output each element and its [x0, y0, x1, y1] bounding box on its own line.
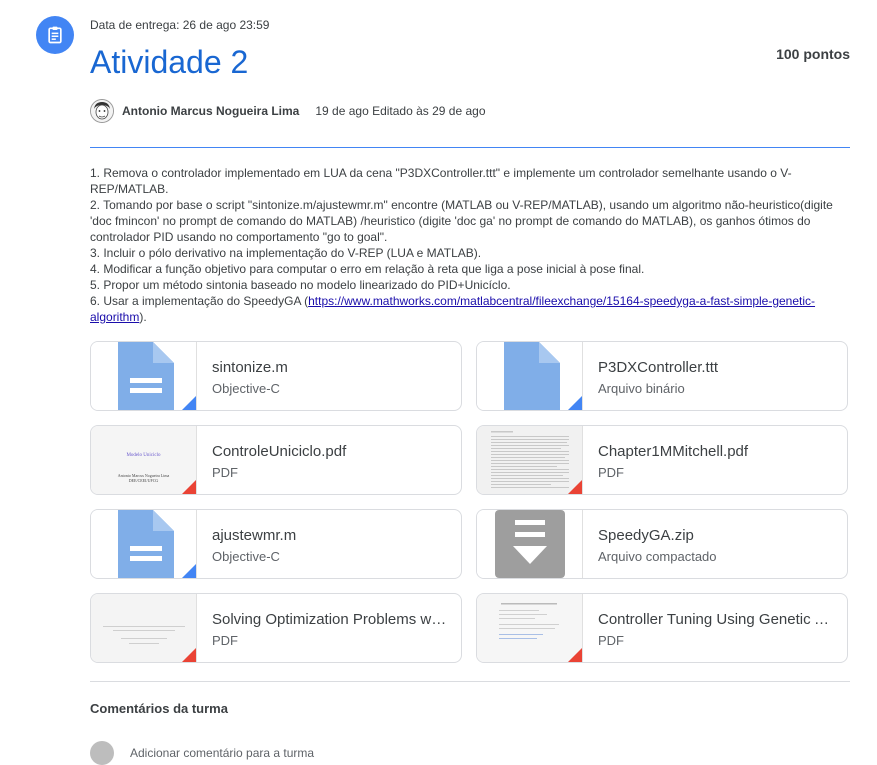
doc-thumbnail — [91, 342, 197, 410]
instruction-line: 3. Incluir o pólo derivativo na implemen… — [90, 246, 482, 260]
attachment-card[interactable]: sintonize.m Objective-C — [90, 341, 462, 411]
attachment-name: ajustewmr.m — [212, 527, 297, 544]
due-date: Data de entrega: 26 de ago 23:59 — [90, 18, 270, 32]
instructions: 1. Remova o controlador implementado em … — [90, 165, 850, 325]
points-label: 100 pontos — [776, 46, 850, 62]
header-divider — [90, 147, 850, 148]
attachment-type: Objective-C — [212, 381, 280, 396]
attachment-card[interactable]: SpeedyGA.zip Arquivo compactado — [476, 509, 848, 579]
instruction-line: 4. Modificar a função objetivo para comp… — [90, 262, 645, 276]
comments-divider — [90, 681, 850, 682]
assignment-icon — [36, 16, 74, 54]
pdf-thumbnail — [477, 426, 583, 494]
thumbnail-title: Modelo Uniciclo — [126, 453, 161, 458]
attachment-card[interactable]: ajustewmr.m Objective-C — [90, 509, 462, 579]
attachment-card[interactable]: Chapter1MMitchell.pdf PDF — [476, 425, 848, 495]
attachment-type: Arquivo binário — [598, 381, 685, 396]
attachment-type: PDF — [598, 633, 624, 648]
post-date: 19 de ago Editado às 29 de ago — [315, 104, 486, 118]
instruction-line: 5. Propor um método sintonia baseado no … — [90, 278, 511, 292]
pdf-thumbnail: Modelo Uniciclo Antonio Marcus Nogueira … — [91, 426, 197, 494]
page-title: Atividade 2 — [90, 44, 249, 80]
attachment-name: Controller Tuning Using Genetic Algorith… — [598, 611, 833, 628]
attachment-card[interactable]: Solving Optimization Problems with MATLA… — [90, 593, 462, 663]
author-row: Antonio Marcus Nogueira Lima 19 de ago E… — [90, 99, 486, 123]
doc-thumbnail — [477, 342, 583, 410]
attachment-name: sintonize.m — [212, 359, 288, 376]
avatar — [90, 99, 114, 123]
doc-thumbnail — [91, 510, 197, 578]
attachment-type: Arquivo compactado — [598, 549, 717, 564]
attachment-name: P3DXController.ttt — [598, 359, 719, 376]
attachment-name: Chapter1MMitchell.pdf — [598, 443, 749, 460]
user-avatar — [90, 741, 114, 765]
zip-thumbnail — [477, 510, 583, 578]
attachment-name: SpeedyGA.zip — [598, 527, 694, 544]
thumbnail-institution: DEE/CEEI/UFCG — [128, 478, 159, 483]
add-comment-input[interactable]: Adicionar comentário para a turma — [130, 746, 314, 760]
attachment-name: ControleUniciclo.pdf — [212, 443, 347, 460]
attachment-name: Solving Optimization Problems with MATLA… — [212, 611, 447, 628]
instruction-text: ). — [139, 310, 147, 324]
pdf-thumbnail — [91, 594, 197, 662]
add-comment-row[interactable]: Adicionar comentário para a turma — [90, 741, 314, 765]
author-name: Antonio Marcus Nogueira Lima — [122, 104, 300, 118]
pdf-thumbnail — [477, 594, 583, 662]
instruction-text: 6. Usar a implementação do SpeedyGA ( — [90, 294, 309, 308]
attachment-card[interactable]: Controller Tuning Using Genetic Algorith… — [476, 593, 848, 663]
attachment-type: PDF — [212, 465, 238, 480]
instruction-line: 6. Usar a implementação do SpeedyGA (htt… — [90, 293, 850, 325]
instruction-line: 2. Tomando por base o script "sintonize.… — [90, 198, 833, 244]
attachment-card[interactable]: Modelo Uniciclo Antonio Marcus Nogueira … — [90, 425, 462, 495]
instruction-line: 1. Remova o controlador implementado em … — [90, 166, 792, 196]
attachment-card[interactable]: P3DXController.ttt Arquivo binário — [476, 341, 848, 411]
class-comments-heading: Comentários da turma — [90, 701, 228, 716]
attachment-type: PDF — [598, 465, 624, 480]
attachment-type: PDF — [212, 633, 238, 648]
attachment-type: Objective-C — [212, 549, 280, 564]
